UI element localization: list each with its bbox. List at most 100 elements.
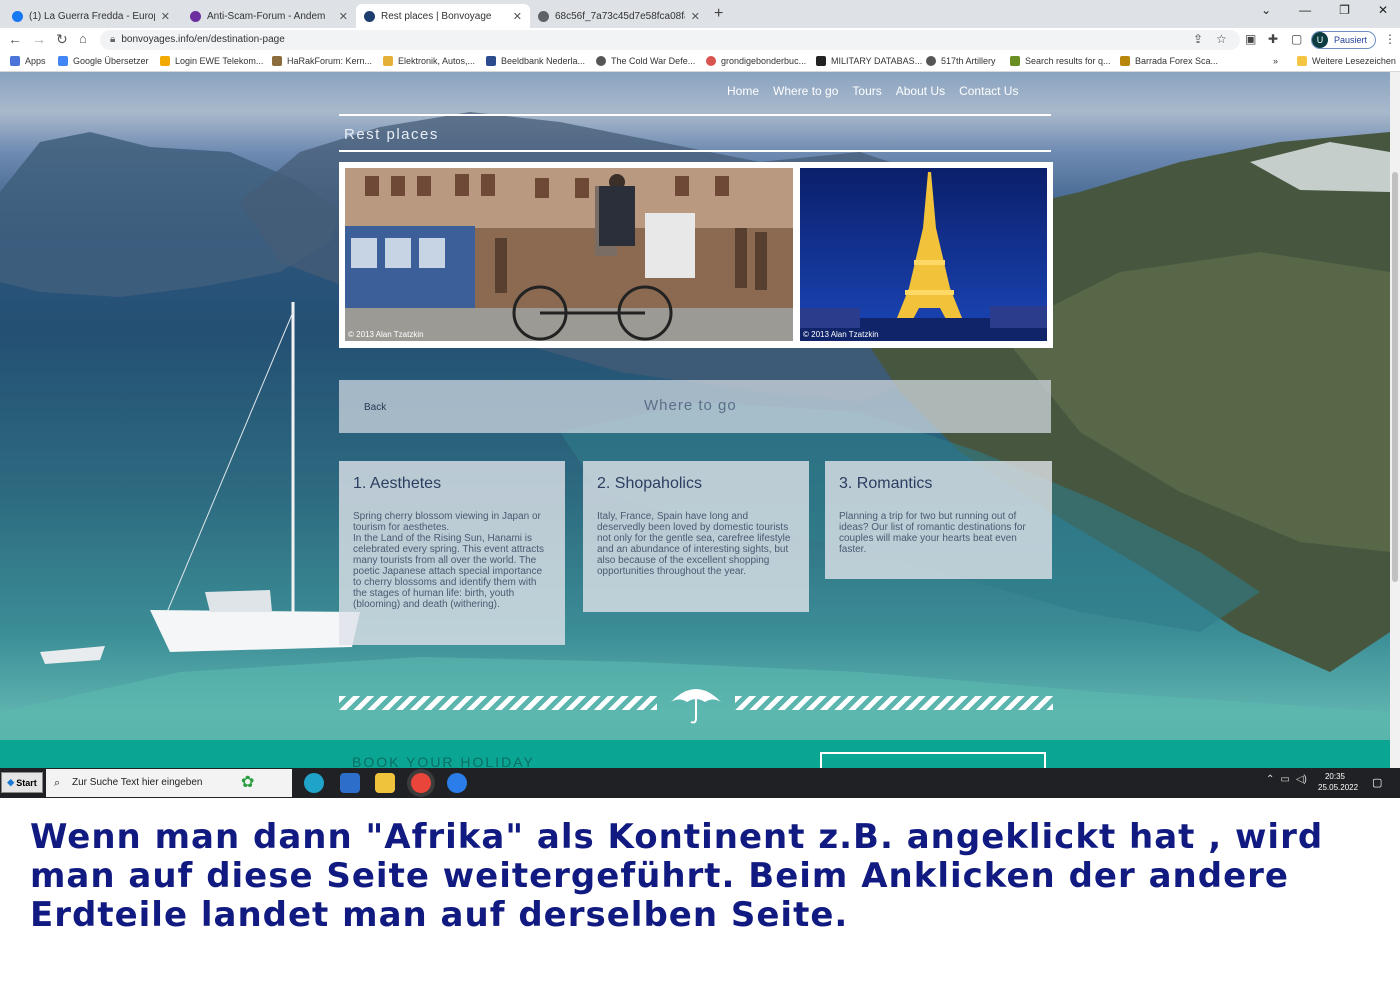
page-title: Rest places	[344, 126, 439, 143]
booking-form-box[interactable]	[820, 752, 1046, 768]
bookmark-item[interactable]: HaRakForum: Kern...	[272, 56, 372, 66]
system-tray: ⌃ ▭ ◁)	[1266, 774, 1307, 785]
card-title: 3. Romantics	[839, 475, 933, 492]
site-navigation: Home Where to go Tours About Us Contact …	[727, 84, 1018, 98]
bookmark-item[interactable]: Login EWE Telekom...	[160, 56, 263, 66]
more-bookmarks-chevron[interactable]: »	[1273, 56, 1278, 66]
nav-home[interactable]: Home	[727, 84, 759, 98]
scrollbar-thumb[interactable]	[1392, 172, 1398, 582]
card-romantics[interactable]: 3. Romantics Planning a trip for two but…	[825, 461, 1052, 579]
close-icon[interactable]: ✕	[339, 10, 348, 23]
close-icon[interactable]: ✕	[691, 10, 700, 23]
other-bookmarks[interactable]: Weitere Lesezeichen	[1297, 56, 1396, 66]
forward-arrow-icon[interactable]: →	[32, 31, 46, 47]
tab-bar: (1) La Guerra Fredda - Europa | F ✕ Anti…	[0, 0, 1400, 28]
shopping-bag-icon	[383, 56, 393, 66]
stripe-band	[339, 696, 657, 710]
tab-hash[interactable]: 68c56f_7a73c45d7e58fca08fab ✕	[530, 4, 708, 28]
menu-icon[interactable]: ⋮	[1384, 32, 1396, 46]
edge-browser-icon[interactable]	[304, 773, 324, 793]
bookmark-item[interactable]: Google Übersetzer	[58, 56, 149, 66]
card-aesthetes[interactable]: 1. Aesthetes Spring cherry blossom viewi…	[339, 461, 565, 645]
tab-facebook[interactable]: (1) La Guerra Fredda - Europa | F ✕	[4, 4, 178, 28]
mail-icon[interactable]	[340, 773, 360, 793]
bookmark-label: Apps	[25, 56, 46, 66]
bookmark-item[interactable]: MILITARY DATABAS...	[816, 56, 922, 66]
nav-where-to-go[interactable]: Where to go	[773, 84, 838, 98]
card-shopaholics[interactable]: 2. Shopaholics Italy, France, Spain have…	[583, 461, 809, 612]
profile-status: Pausiert	[1334, 35, 1368, 45]
bookmark-label: 517th Artillery	[941, 56, 996, 66]
home-icon[interactable]: ⌂	[79, 31, 87, 46]
address-bar[interactable]: 🔒︎ bonvoyages.info/en/destination-page	[100, 30, 1240, 50]
file-explorer-icon[interactable]	[375, 773, 395, 793]
bookmark-label: Elektronik, Autos,...	[398, 56, 476, 66]
photo-credit: © 2013 Alan Tzatzkin	[803, 330, 879, 339]
puzzle-icon[interactable]: ✚	[1268, 32, 1278, 46]
taskbar: ◆ Start ⌕ Zur Suche Text hier eingeben ✿…	[0, 768, 1400, 798]
extension-icon[interactable]: ▣	[1245, 32, 1256, 46]
close-icon[interactable]: ✕	[161, 10, 170, 23]
chevron-up-icon[interactable]: ⌃	[1266, 774, 1274, 785]
photo-eiffel-tower[interactable]: © 2013 Alan Tzatzkin	[800, 168, 1047, 341]
profile-button[interactable]: U Pausiert	[1311, 31, 1377, 49]
minimize-icon[interactable]: —	[1299, 3, 1311, 17]
annotation-caption: Wenn man dann "Afrika" als Kontinent z.B…	[30, 817, 1324, 935]
url-text: bonvoyages.info/en/destination-page	[121, 34, 285, 45]
browser-toolbar: ← → ↻ ⌂ 🔒︎ bonvoyages.info/en/destination…	[0, 28, 1400, 52]
image-bank-icon	[486, 56, 496, 66]
tab-search-icon[interactable]: ⌄	[1261, 3, 1271, 17]
photo-amsterdam-image	[345, 168, 793, 341]
new-tab-button[interactable]: +	[714, 5, 723, 23]
bookmark-label: Beeldbank Nederla...	[501, 56, 586, 66]
share-icon[interactable]: ⇪	[1193, 32, 1203, 46]
web-page: Home Where to go Tours About Us Contact …	[0, 72, 1390, 768]
bookmark-item[interactable]: 517th Artillery	[926, 56, 996, 66]
bookmark-star-icon[interactable]: ☆	[1216, 32, 1227, 46]
maximize-icon[interactable]: ❐	[1339, 3, 1350, 17]
start-button[interactable]: ◆ Start	[1, 772, 43, 793]
nav-contact-us[interactable]: Contact Us	[959, 84, 1018, 98]
back-arrow-icon[interactable]: ←	[8, 31, 22, 47]
window-controls: ⌄ — ❐ ✕	[1261, 3, 1388, 17]
bookmark-item[interactable]: Elektronik, Autos,...	[383, 56, 475, 66]
bookmark-item[interactable]: The Cold War Defe...	[596, 56, 695, 66]
bookmark-item[interactable]: grondigebonderbuc...	[706, 56, 806, 66]
nav-tours[interactable]: Tours	[852, 84, 881, 98]
page-scrollbar[interactable]	[1390, 72, 1400, 768]
search-placeholder: Zur Suche Text hier eingeben	[72, 777, 203, 788]
notification-icon[interactable]: ▢	[1372, 776, 1382, 789]
umbrella-icon	[671, 689, 721, 724]
network-icon[interactable]: ▭	[1280, 774, 1289, 785]
taskbar-search-input[interactable]: ⌕ Zur Suche Text hier eingeben ✿	[46, 769, 292, 797]
bookmark-label: HaRakForum: Kern...	[287, 56, 373, 66]
date: 25.05.2022	[1318, 783, 1359, 792]
chrome-icon[interactable]	[411, 773, 431, 793]
bookmark-item[interactable]: Barrada Forex Sca...	[1120, 56, 1218, 66]
tab-anti-scam[interactable]: Anti-Scam-Forum - Andem ✕	[182, 4, 356, 28]
tab-rest-places[interactable]: Rest places | Bonvoyage ✕	[356, 4, 530, 28]
military-db-icon	[816, 56, 826, 66]
where-to-go-header: Back Where to go	[339, 380, 1051, 433]
card-title: 1. Aesthetes	[353, 475, 442, 492]
clock[interactable]: 20:35 25.05.2022	[1318, 771, 1359, 793]
photo-amsterdam-cyclist[interactable]: © 2013 Alan Tzatzkin	[345, 168, 793, 341]
bookmark-item[interactable]: Search results for q...	[1010, 56, 1111, 66]
lock-icon: 🔒︎	[110, 34, 116, 45]
search-icon: ⌕	[54, 777, 61, 789]
bookmark-label: Barrada Forex Sca...	[1135, 56, 1219, 66]
app-icon[interactable]	[447, 773, 467, 793]
card-body: Spring cherry blossom viewing in Japan o…	[353, 511, 545, 610]
close-icon[interactable]: ✕	[513, 10, 522, 23]
volume-icon[interactable]: ◁)	[1296, 774, 1307, 785]
bookmark-item[interactable]: Beeldbank Nederla...	[486, 56, 585, 66]
reload-icon[interactable]: ↻	[56, 31, 68, 48]
back-link[interactable]: Back	[364, 402, 386, 413]
nav-about-us[interactable]: About Us	[896, 84, 945, 98]
bookmark-label: The Cold War Defe...	[611, 56, 696, 66]
side-panel-icon[interactable]: ▢	[1291, 32, 1302, 46]
bookmark-apps[interactable]: Apps	[10, 56, 46, 66]
close-window-icon[interactable]: ✕	[1378, 3, 1388, 17]
divider	[339, 114, 1051, 116]
bookmark-label: MILITARY DATABAS...	[831, 56, 923, 66]
